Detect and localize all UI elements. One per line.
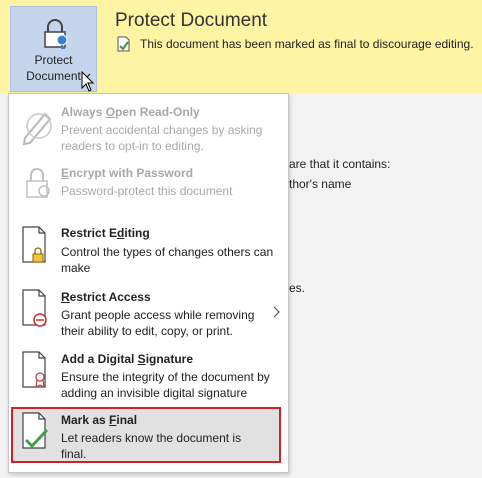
info-banner: Protect Document Protect Document This d… — [0, 0, 482, 93]
menu-item-title: Add a Digital Signature — [61, 352, 194, 366]
menu-item-title: Encrypt with Password — [61, 166, 194, 180]
background-text-line2: thor's name — [289, 177, 352, 191]
document-ribbon-icon — [22, 351, 46, 389]
banner-message: This document has been marked as final t… — [140, 37, 474, 51]
menu-item-restrict-access[interactable]: Restrict Access Grant people access whil… — [9, 286, 288, 341]
background-text-line1: are that it contains: — [289, 157, 391, 171]
menu-item-title: Restrict Editing — [61, 226, 150, 240]
menu-item-description: Ensure the integrity of the document by … — [61, 370, 270, 400]
pencil-disabled-icon — [22, 112, 52, 146]
menu-item-description: Prevent accidental changes by asking rea… — [61, 123, 263, 153]
chevron-right-icon — [273, 306, 280, 318]
menu-item-description: Grant people access while removing their… — [61, 308, 255, 338]
menu-item-title: Restrict Access — [61, 290, 151, 304]
protect-document-button[interactable]: Protect Document — [10, 6, 97, 92]
highlight-frame — [11, 407, 281, 463]
menu-item-description: Control the types of changes others can … — [61, 245, 274, 275]
document-final-icon — [117, 36, 130, 52]
document-lock-icon — [22, 226, 46, 263]
menu-item-restrict-editing[interactable]: Restrict Editing Control the types of ch… — [9, 224, 288, 279]
menu-item-title: Always Open Read-Only — [61, 105, 200, 119]
menu-item-always-open-read-only: Always Open Read-Only Prevent accidental… — [9, 102, 288, 157]
lock-icon — [44, 19, 68, 49]
menu-item-encrypt-with-password: Encrypt with Password Password-protect t… — [9, 161, 288, 203]
lock-key-icon — [26, 168, 50, 198]
banner-title: Protect Document — [115, 10, 268, 31]
menu-item-add-digital-signature[interactable]: Add a Digital Signature Ensure the integ… — [9, 348, 288, 403]
document-restrict-icon — [22, 289, 47, 327]
mouse-cursor-icon — [81, 71, 95, 92]
menu-item-description: Password-protect this document — [61, 184, 233, 198]
protect-document-menu: Always Open Read-Only Prevent accidental… — [8, 93, 289, 473]
protect-button-label-line1: Protect — [34, 53, 73, 67]
background-text-line3: es. — [289, 281, 306, 295]
